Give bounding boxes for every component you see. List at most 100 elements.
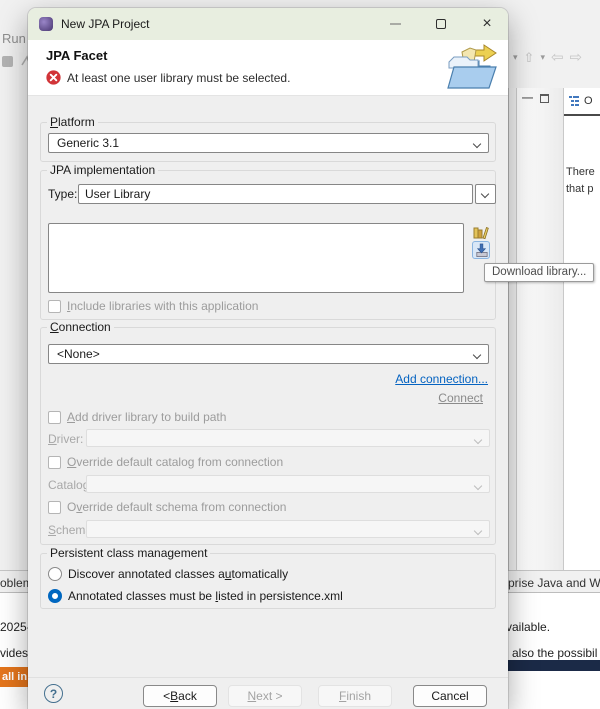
add-driver-library-label: Add driver library to build path: [67, 410, 226, 424]
chevron-down-icon: [473, 351, 481, 359]
type-label: Type:: [48, 187, 77, 201]
connection-group-label: Connection: [47, 320, 114, 334]
error-message: At least one user library must be select…: [67, 71, 290, 85]
platform-group: Platform Generic 3.1: [40, 122, 496, 162]
top-right-toolbar: ▾ ⇧ ▾ ⇦ ⇨: [506, 49, 582, 65]
wizard-header: JPA Facet At least one user library must…: [28, 40, 508, 96]
eclipse-wizard-icon: [39, 17, 53, 31]
eclipse-workbench: Run ▾ ⇧ ▾ ⇦ ⇨ — O There that p oblem pri…: [0, 0, 600, 709]
dialog-title: New JPA Project: [61, 17, 149, 31]
platform-combo-value: Generic 3.1: [57, 136, 119, 150]
minimize-icon: [390, 23, 401, 25]
chevron-down-icon: [473, 140, 481, 148]
tab-enterprise-java[interactable]: prise Java and Web: [508, 576, 600, 590]
view-controls: —: [522, 93, 549, 104]
schema-combo[interactable]: [86, 520, 490, 538]
chevron-down-icon: [481, 190, 489, 198]
type-combo-field[interactable]: User Library: [78, 184, 473, 204]
maximize-view-icon[interactable]: [540, 94, 549, 103]
minimize-view-icon[interactable]: —: [522, 93, 533, 104]
tab-outline-label: O: [584, 95, 593, 107]
checkbox-icon: [48, 456, 61, 469]
platform-group-label: Platform: [47, 115, 98, 129]
wizard-button-bar: ? < Back Next > Finish Cancel: [28, 677, 508, 709]
radio-selected-icon: [48, 589, 62, 603]
dropdown-arrow-icon[interactable]: ▾: [540, 53, 545, 62]
catalog-combo[interactable]: [86, 475, 490, 493]
include-libraries-checkbox[interactable]: Include libraries with this application: [48, 299, 258, 313]
forward-history-icon[interactable]: ⇨: [570, 50, 583, 65]
console-text: vailable.: [506, 620, 550, 634]
help-button[interactable]: ?: [44, 684, 63, 703]
chevron-down-icon: [474, 436, 482, 444]
dropdown-arrow-icon[interactable]: ▾: [513, 53, 518, 62]
radio-unselected-icon: [48, 567, 62, 581]
download-library-tooltip: Download library...: [484, 263, 594, 282]
override-catalog-checkbox[interactable]: Override default catalog from connection: [48, 455, 283, 469]
mark-occurrences-icon[interactable]: ⇧: [524, 51, 535, 64]
console-text: vides: [0, 646, 28, 660]
back-history-icon[interactable]: ⇦: [551, 50, 564, 65]
outline-message: that p: [566, 183, 594, 195]
console-text: also the possibil: [512, 646, 597, 660]
outline-view-panel: [563, 88, 600, 570]
override-schema-label: Override default schema from connection: [67, 500, 286, 514]
platform-combo[interactable]: Generic 3.1: [48, 133, 489, 153]
cancel-button[interactable]: Cancel: [413, 685, 487, 707]
tab-selected-underline: [564, 114, 600, 116]
jpa-implementation-group-label: JPA implementation: [47, 163, 158, 177]
finish-button[interactable]: Finish: [318, 685, 392, 707]
type-combo-value: User Library: [85, 187, 150, 201]
download-library-icon: [474, 243, 489, 258]
chevron-down-icon: [474, 527, 482, 535]
new-jpa-project-dialog: New JPA Project × JPA Facet At least one…: [28, 8, 508, 709]
jpa-implementation-group: JPA implementation Type: User Library: [40, 170, 496, 320]
download-library-button[interactable]: [472, 241, 490, 259]
chevron-down-icon: [474, 482, 482, 490]
back-button[interactable]: < Back: [143, 685, 217, 707]
close-icon: ×: [482, 16, 491, 32]
jpa-wizard-banner-icon: [446, 42, 498, 92]
pcm-group-label: Persistent class management: [47, 546, 210, 560]
console-text: 2025-: [0, 620, 31, 634]
user-library-list[interactable]: [48, 223, 464, 293]
listed-classes-radio[interactable]: Annotated classes must be listed in pers…: [48, 589, 343, 603]
maximize-button[interactable]: [424, 8, 458, 40]
driver-label: Driver:: [48, 432, 83, 446]
listed-classes-label: Annotated classes must be listed in pers…: [68, 589, 343, 603]
stop-icon[interactable]: [2, 56, 13, 67]
editor-scroll-strip[interactable]: [508, 88, 517, 570]
checkbox-icon: [48, 501, 61, 514]
panel-divider: [0, 570, 28, 571]
connection-combo[interactable]: <None>: [48, 344, 489, 364]
add-connection-link[interactable]: Add connection...: [395, 372, 488, 386]
outline-message: There: [566, 166, 595, 178]
connection-group: Connection <None> Add connection... Conn…: [40, 327, 496, 545]
type-combo-dropdown-button[interactable]: [475, 184, 496, 204]
minimize-button[interactable]: [378, 8, 412, 40]
connection-combo-value: <None>: [57, 347, 100, 361]
tab-outline[interactable]: O: [568, 95, 593, 107]
wizard-body: Platform Generic 3.1 JPA implementation …: [28, 96, 508, 677]
close-button[interactable]: ×: [470, 8, 504, 40]
override-schema-checkbox[interactable]: Override default schema from connection: [48, 500, 286, 514]
maximize-icon: [436, 19, 446, 29]
driver-combo[interactable]: [86, 429, 490, 447]
add-driver-library-checkbox[interactable]: Add driver library to build path: [48, 410, 226, 424]
discover-classes-radio[interactable]: Discover annotated classes automatically: [48, 567, 288, 581]
override-catalog-label: Override default catalog from connection: [67, 455, 283, 469]
connect-link[interactable]: Connect: [438, 391, 483, 405]
include-libraries-label: Include libraries with this application: [67, 299, 258, 313]
help-icon: ?: [50, 687, 57, 701]
panel-divider: [508, 570, 600, 571]
dialog-titlebar[interactable]: New JPA Project ×: [28, 8, 508, 40]
next-button[interactable]: Next >: [228, 685, 302, 707]
discover-classes-label: Discover annotated classes automatically: [68, 567, 288, 581]
error-icon: [46, 70, 61, 85]
checkbox-icon: [48, 411, 61, 424]
outline-view-icon: [568, 95, 580, 107]
menu-run[interactable]: Run: [2, 31, 26, 46]
checkbox-icon: [48, 300, 61, 313]
manage-libraries-button[interactable]: [472, 223, 490, 241]
tab-divider: [0, 592, 28, 593]
